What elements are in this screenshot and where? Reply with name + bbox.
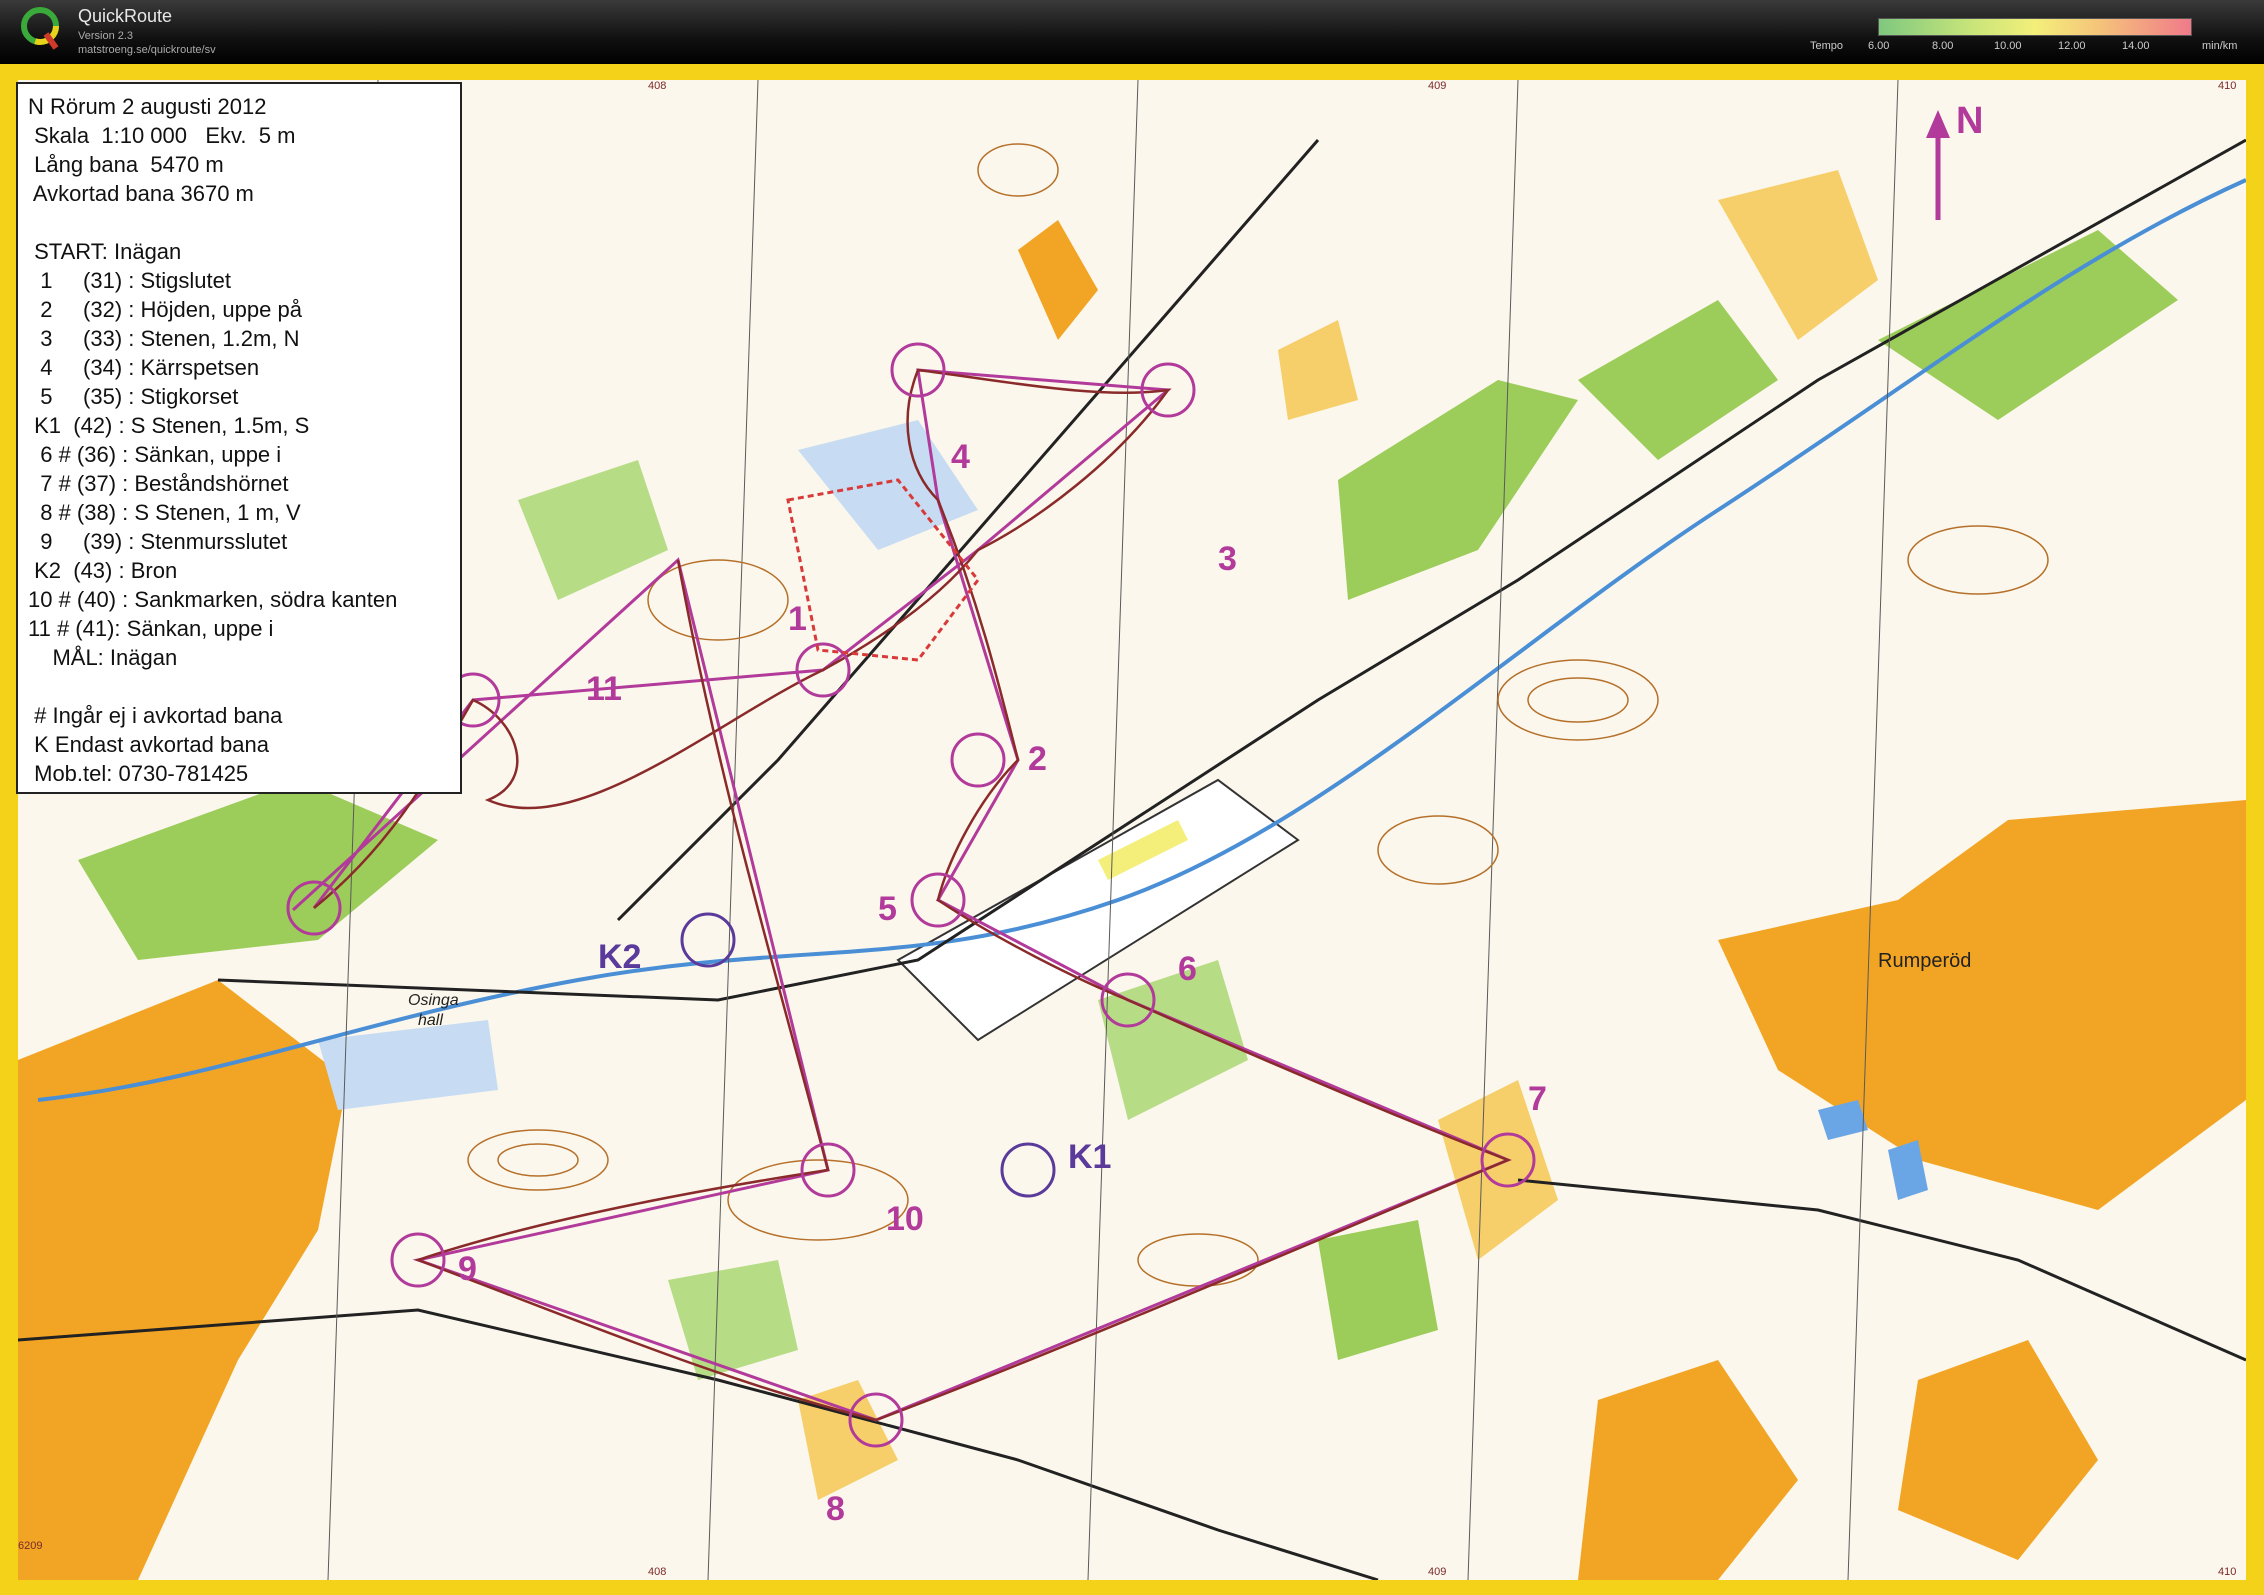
control-label-8: 8	[826, 1490, 845, 1528]
info-line: 9 (39) : Stenmursslutet	[28, 529, 288, 554]
info-line: 2 (32) : Höjden, uppe på	[28, 297, 302, 322]
app-version: Version 2.3	[78, 30, 134, 42]
place-hall: hall	[418, 1012, 443, 1029]
info-line: Skala 1:10 000 Ekv. 5 m	[28, 123, 296, 148]
tempo-tick: 6.00	[1868, 40, 1890, 52]
place-osinga: Osinga	[408, 992, 459, 1009]
info-line: MÅL: Inägan	[28, 645, 178, 670]
course-info-box: N Rörum 2 augusti 2012 Skala 1:10 000 Ek…	[16, 82, 462, 794]
control-label-9: 9	[458, 1250, 477, 1288]
info-line: 8 # (38) : S Stenen, 1 m, V	[28, 500, 301, 525]
info-line: 3 (33) : Stenen, 1.2m, N	[28, 326, 300, 351]
grid-label-top: 409	[1428, 80, 1447, 92]
info-line: 10 # (40) : Sankmarken, södra kanten	[28, 587, 398, 612]
control-label-2: 2	[1028, 740, 1047, 778]
tempo-tick: 12.00	[2058, 40, 2086, 52]
control-label-10: 10	[886, 1200, 924, 1238]
info-line: K1 (42) : S Stenen, 1.5m, S	[28, 413, 310, 438]
info-line	[28, 208, 450, 237]
info-line: Mob.tel: 0730-781425	[28, 761, 249, 786]
info-line: 7 # (37) : Beståndshörnet	[28, 471, 289, 496]
tempo-legend: Tempo 6.00 8.00 10.00 12.00 14.00 min/km	[1810, 14, 2250, 58]
control-label-k1: K1	[1068, 1138, 1112, 1176]
tempo-gradient-bar	[1878, 18, 2192, 36]
tempo-tick: 14.00	[2122, 40, 2150, 52]
tempo-label: Tempo	[1810, 40, 1844, 52]
grid-label-top: 410	[2218, 80, 2237, 92]
grid-label-top: 408	[648, 80, 667, 92]
info-line	[28, 672, 450, 701]
info-line: Avkortad bana 3670 m	[28, 181, 254, 206]
grid-label-bottom: 409	[1428, 1566, 1447, 1578]
app-url: matstroeng.se/quickroute/sv	[78, 44, 216, 56]
control-label-1: 1	[788, 600, 807, 638]
control-label-4: 4	[951, 438, 970, 476]
tempo-tick: 8.00	[1932, 40, 1954, 52]
place-rumperod: Rumperöd	[1878, 950, 1972, 972]
grid-label-bottom: 410	[2218, 1566, 2237, 1578]
tempo-unit: min/km	[2202, 40, 2238, 52]
north-label: N	[1956, 100, 1984, 142]
info-line: START: Inägan	[28, 239, 182, 264]
info-line: Lång bana 5470 m	[28, 152, 224, 177]
info-line: 1 (31) : Stigslutet	[28, 268, 231, 293]
app-header-bar: QuickRoute Version 2.3 matstroeng.se/qui…	[0, 0, 2264, 64]
grid-label-left: 6209	[18, 1540, 43, 1552]
info-line: 4 (34) : Kärrspetsen	[28, 355, 260, 380]
info-line: 11 # (41): Sänkan, uppe i	[28, 616, 274, 641]
control-label-5: 5	[878, 890, 897, 928]
grid-label-bottom: 408	[648, 1566, 667, 1578]
quickroute-logo-icon	[21, 7, 59, 50]
control-label-3: 3	[1218, 540, 1237, 578]
app-title: QuickRoute	[78, 6, 173, 26]
info-line: # Ingår ej i avkortad bana	[28, 703, 283, 728]
info-line: N Rörum 2 augusti 2012	[28, 94, 267, 119]
info-line: K Endast avkortad bana	[28, 732, 269, 757]
control-label-7: 7	[1528, 1080, 1547, 1118]
tempo-tick: 10.00	[1994, 40, 2022, 52]
control-label-11: 11	[586, 670, 622, 708]
info-line: 5 (35) : Stigkorset	[28, 384, 239, 409]
control-label-6: 6	[1178, 950, 1197, 988]
info-line: 6 # (36) : Sänkan, uppe i	[28, 442, 282, 467]
info-line: K2 (43) : Bron	[28, 558, 178, 583]
control-label-k2: K2	[598, 938, 642, 976]
